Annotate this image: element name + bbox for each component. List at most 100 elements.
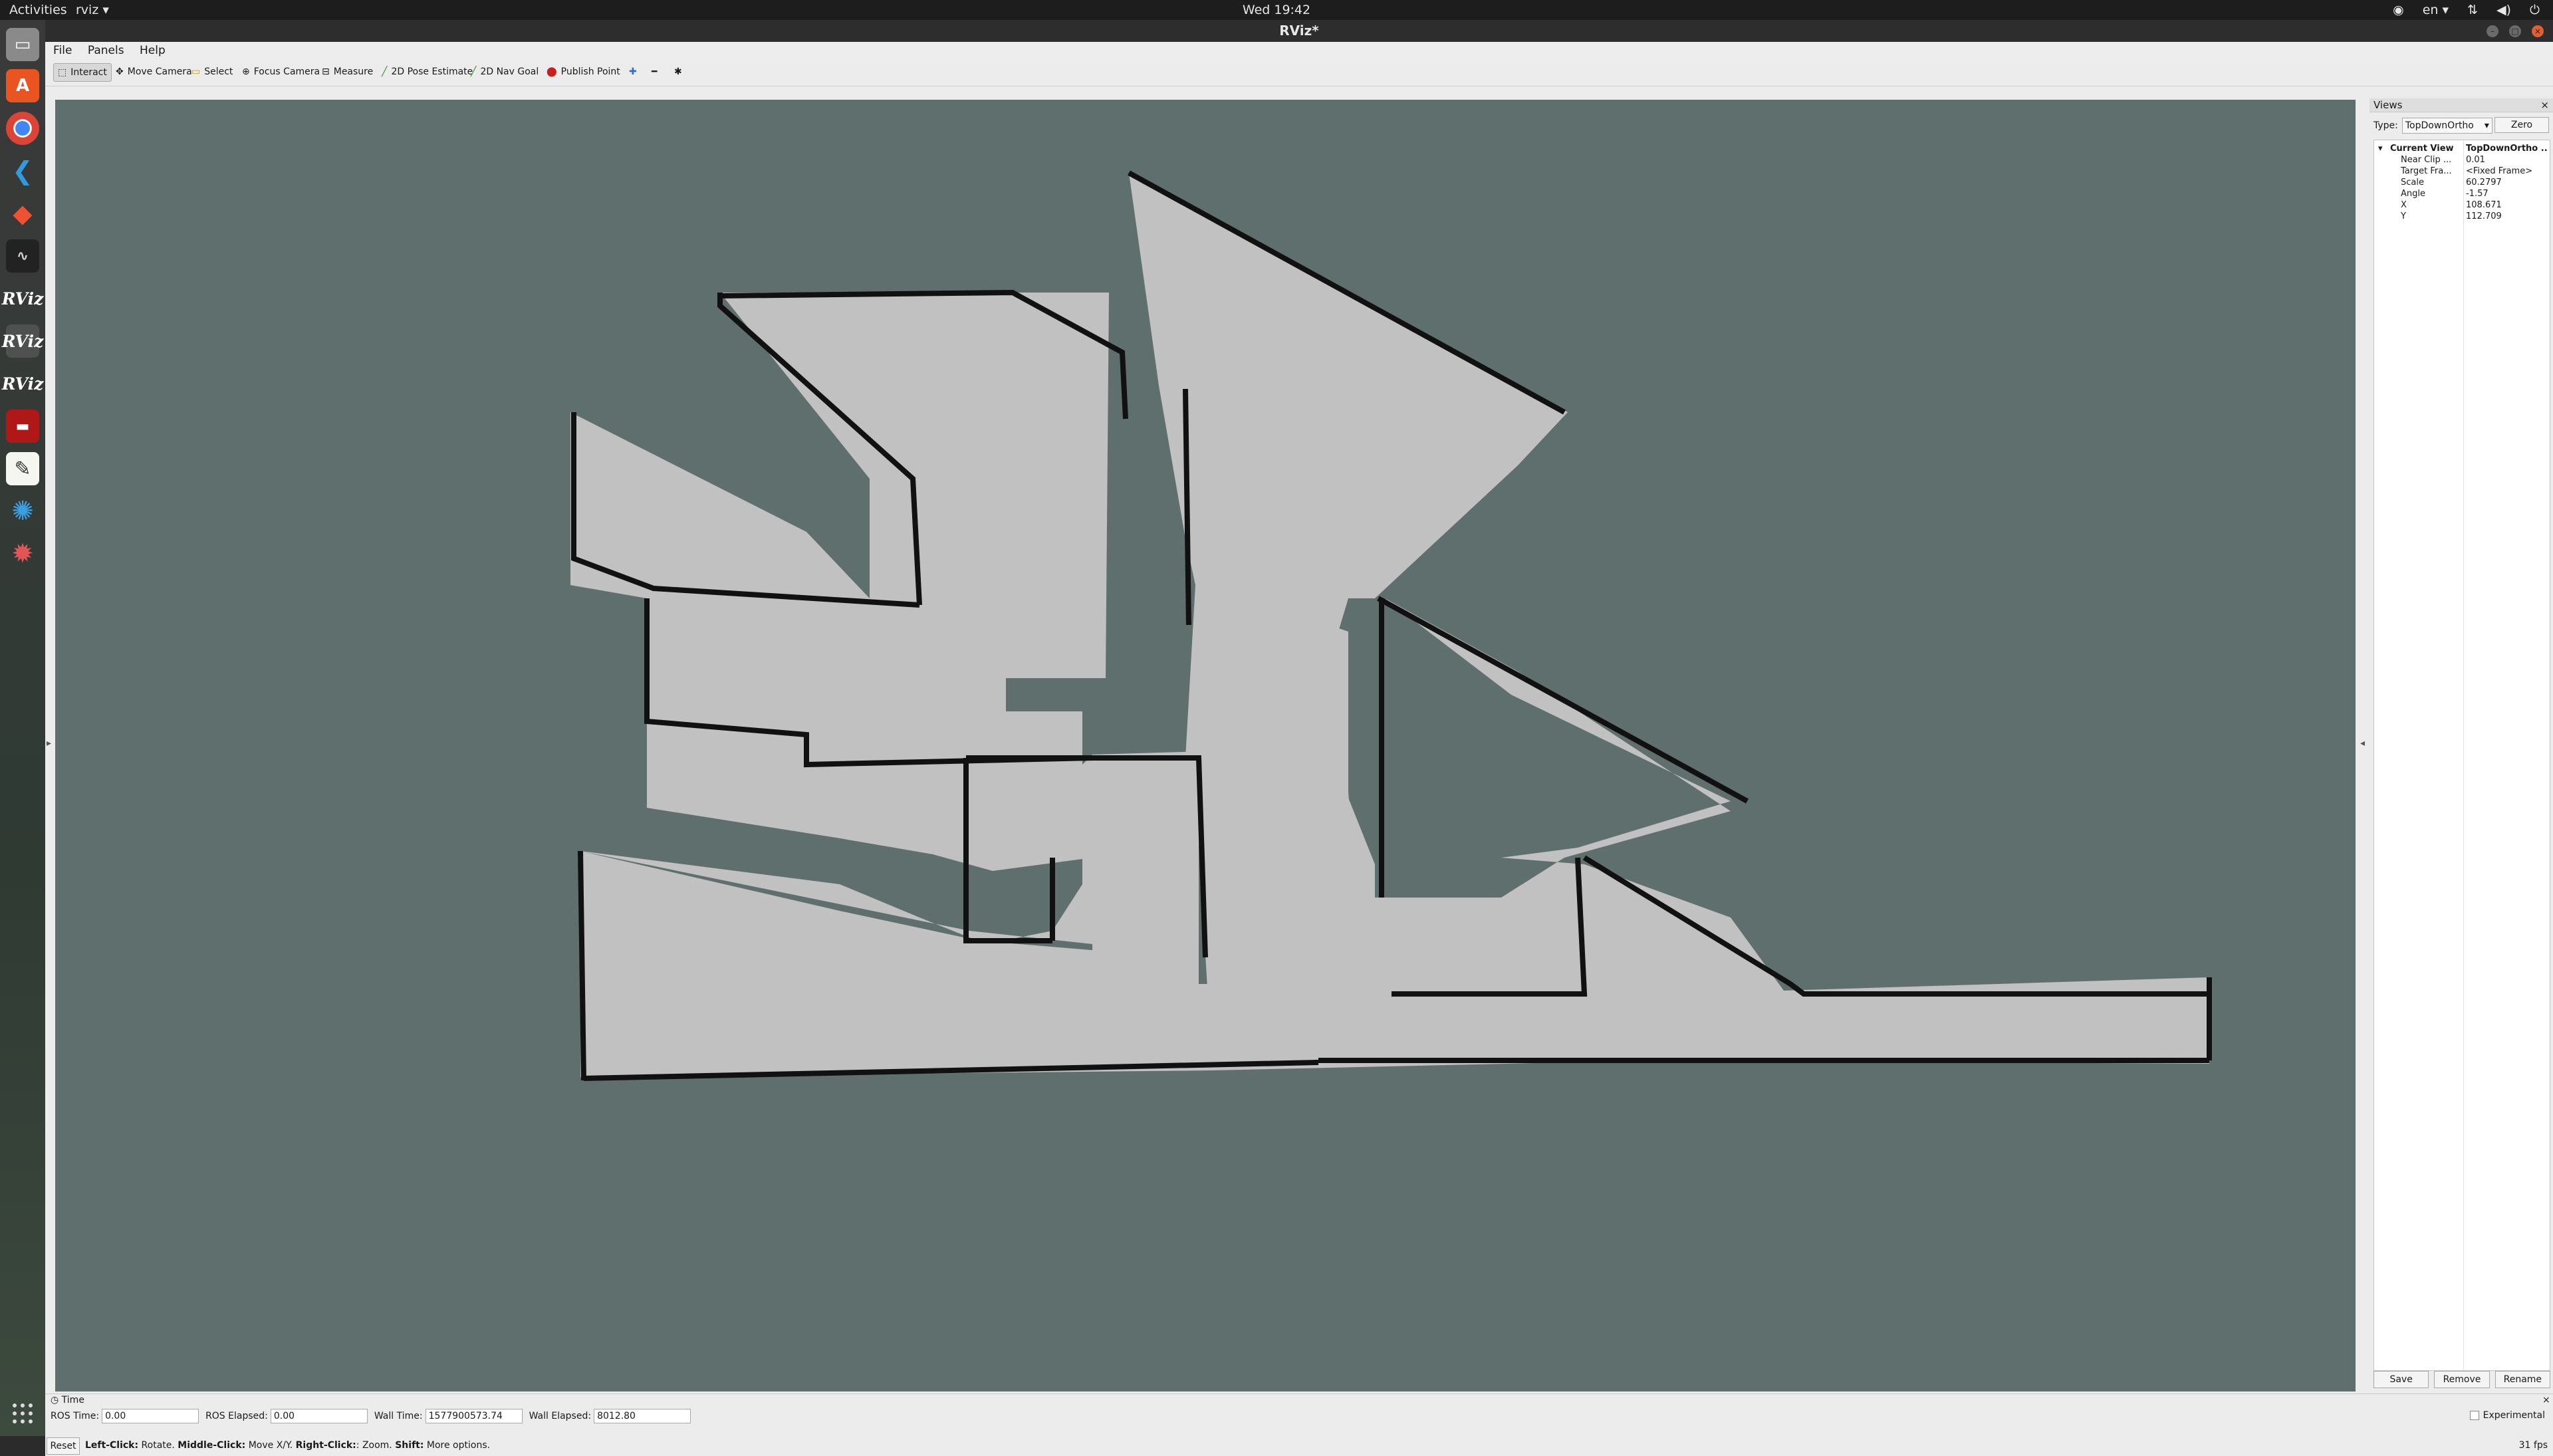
accessibility-icon[interactable]: ◉ xyxy=(2393,0,2404,20)
zero-button[interactable]: Zero xyxy=(2494,117,2549,133)
text-editor-icon[interactable]: ✎ xyxy=(6,452,39,485)
remove-button[interactable]: Remove xyxy=(2434,1371,2490,1388)
rviz-icon[interactable]: RViz xyxy=(2,367,44,400)
tool-label: Interact xyxy=(70,67,107,78)
collapse-left-icon[interactable]: ▸ xyxy=(47,738,51,749)
rviz-icon[interactable]: RViz xyxy=(2,282,44,315)
volume-icon[interactable]: ◀) xyxy=(2496,0,2511,20)
hint-key: Left-Click: xyxy=(85,1440,139,1451)
views-panel: Views × Type: TopDownOrtho ▾ Zero ▾ Curr… xyxy=(2370,98,2553,1394)
tool-measure[interactable]: ⊟ Measure xyxy=(318,63,377,80)
menu-help[interactable]: Help xyxy=(140,44,166,57)
select-icon: ▭ xyxy=(191,66,201,77)
time-panel: ◷ Time × ROS Time: 0.00 ROS Elapsed: 0.0… xyxy=(45,1394,2553,1437)
wall-elapsed-field[interactable]: 8012.80 xyxy=(594,1409,691,1423)
plus-icon: ✚ xyxy=(629,66,637,77)
property-key: Target Fra... xyxy=(2401,166,2452,176)
terminal-icon[interactable]: ▬ xyxy=(6,410,39,443)
window-titlebar[interactable]: RViz* – □ × xyxy=(45,20,2553,42)
wall-time-field[interactable]: 1577900573.74 xyxy=(425,1409,523,1423)
property-key: Current View xyxy=(2390,144,2454,154)
hint-key: Middle-Click: xyxy=(178,1440,246,1451)
wall-segment xyxy=(578,850,586,1081)
tool-label: Move Camera xyxy=(127,66,192,77)
chevron-down-icon: ▾ xyxy=(2484,120,2489,131)
keyboard-layout[interactable]: en ▾ xyxy=(2423,0,2449,20)
property-row[interactable]: Y 112.709 xyxy=(2374,211,2550,222)
view-type-select[interactable]: TopDownOrtho ▾ xyxy=(2401,118,2492,134)
pose-estimate-icon: ╱ xyxy=(382,66,388,77)
show-applications-icon[interactable] xyxy=(11,1401,35,1425)
property-value[interactable]: 112.709 xyxy=(2466,211,2548,222)
remove-tool-button[interactable]: ━ xyxy=(648,63,661,80)
occupancy-map[interactable] xyxy=(55,100,2356,1392)
property-key: Scale xyxy=(2401,178,2424,187)
menu-file[interactable]: File xyxy=(53,44,72,57)
software-icon[interactable]: A xyxy=(6,69,39,102)
ros-time-field[interactable]: 0.00 xyxy=(102,1409,199,1423)
system-monitor-icon[interactable]: ∿ xyxy=(6,239,39,273)
property-row[interactable]: Near Clip ... 0.01 xyxy=(2374,154,2550,166)
current-view-row[interactable]: ▾ Current View TopDownOrtho ... xyxy=(2374,143,2550,154)
tool-2d-nav-goal[interactable]: ╱ 2D Nav Goal xyxy=(467,63,543,80)
close-panel-icon[interactable]: × xyxy=(2540,98,2549,112)
render-view[interactable] xyxy=(55,100,2356,1392)
minimize-icon[interactable]: – xyxy=(2487,25,2498,37)
tool-select[interactable]: ▭ Select xyxy=(187,63,237,80)
property-key: Y xyxy=(2401,211,2406,221)
menu-panels[interactable]: Panels xyxy=(88,44,124,57)
publish-point-icon: ⬤ xyxy=(547,66,557,77)
experimental-checkbox[interactable]: Experimental xyxy=(2469,1410,2545,1421)
property-row[interactable]: Angle -1.57 xyxy=(2374,188,2550,199)
tool-move-camera[interactable]: ✥ Move Camera xyxy=(112,63,196,80)
reset-button[interactable]: Reset xyxy=(47,1437,80,1455)
network-icon[interactable]: ⇅ xyxy=(2467,0,2478,20)
tool-label: Publish Point xyxy=(560,66,620,77)
spider-icon[interactable]: ✺ xyxy=(6,495,39,528)
tool-properties-button[interactable]: ✱ xyxy=(670,63,686,80)
collapse-right-icon[interactable]: ◂ xyxy=(2360,738,2365,749)
property-row[interactable]: Scale 60.2797 xyxy=(2374,177,2550,188)
property-value[interactable]: 108.671 xyxy=(2466,199,2548,211)
property-row[interactable]: Target Fra... <Fixed Frame> xyxy=(2374,166,2550,177)
property-value[interactable]: <Fixed Frame> xyxy=(2466,166,2548,177)
expand-arrow-icon[interactable]: ▾ xyxy=(2378,143,2383,154)
tool-interact[interactable]: ⬚ Interact xyxy=(53,63,112,82)
property-row[interactable]: X 108.671 xyxy=(2374,199,2550,211)
rviz-icon[interactable]: RViz xyxy=(2,324,43,358)
power-icon[interactable]: ⏻ xyxy=(2530,0,2540,20)
tool-label: Select xyxy=(204,66,233,77)
files-icon[interactable]: ▭ xyxy=(6,28,39,61)
tool-publish-point[interactable]: ⬤ Publish Point xyxy=(543,63,624,80)
property-value[interactable]: -1.57 xyxy=(2466,188,2548,199)
clock[interactable]: Wed 19:42 xyxy=(0,0,2553,20)
views-panel-title: Views xyxy=(2373,99,2403,111)
interact-icon: ⬚ xyxy=(58,67,67,78)
tool-label: 2D Pose Estimate xyxy=(391,66,473,77)
rename-button[interactable]: Rename xyxy=(2494,1371,2550,1388)
network-web-icon[interactable]: ✹ xyxy=(6,537,39,570)
git-icon[interactable]: ◆ xyxy=(6,197,39,230)
system-tray[interactable]: ◉ en ▾ ⇅ ◀) ⏻ xyxy=(2393,0,2540,20)
tool-focus-camera[interactable]: ⊕ Focus Camera xyxy=(238,63,324,80)
property-value[interactable]: 60.2797 xyxy=(2466,177,2548,188)
checkbox-icon[interactable] xyxy=(2469,1411,2479,1420)
save-button[interactable]: Save xyxy=(2373,1371,2429,1388)
maximize-icon[interactable]: □ xyxy=(2509,25,2521,37)
tool-label: 2D Nav Goal xyxy=(480,66,539,77)
window-title: RViz* xyxy=(1279,23,1319,39)
rviz-window: RViz* – □ × File Panels Help ⬚ Interact … xyxy=(45,20,2553,1456)
menu-bar: File Panels Help xyxy=(45,42,2553,59)
tool-2d-pose-estimate[interactable]: ╱ 2D Pose Estimate xyxy=(378,63,477,80)
property-key: X xyxy=(2401,200,2407,210)
chrome-icon[interactable] xyxy=(6,112,39,145)
add-tool-button[interactable]: ✚ xyxy=(625,63,641,80)
fps-counter: 31 fps xyxy=(2518,1440,2548,1451)
property-value[interactable]: 0.01 xyxy=(2466,154,2548,166)
ros-elapsed-field[interactable]: 0.00 xyxy=(270,1409,368,1423)
view-properties-tree: ▾ Current View TopDownOrtho ... Near Cli… xyxy=(2373,140,2550,1371)
vscode-icon[interactable]: ❮ xyxy=(6,154,39,187)
close-icon[interactable]: × xyxy=(2532,25,2544,37)
status-bar: Reset Left-Click: Rotate. Middle-Click: … xyxy=(45,1435,2553,1456)
close-panel-icon[interactable]: × xyxy=(2542,1394,2550,1406)
